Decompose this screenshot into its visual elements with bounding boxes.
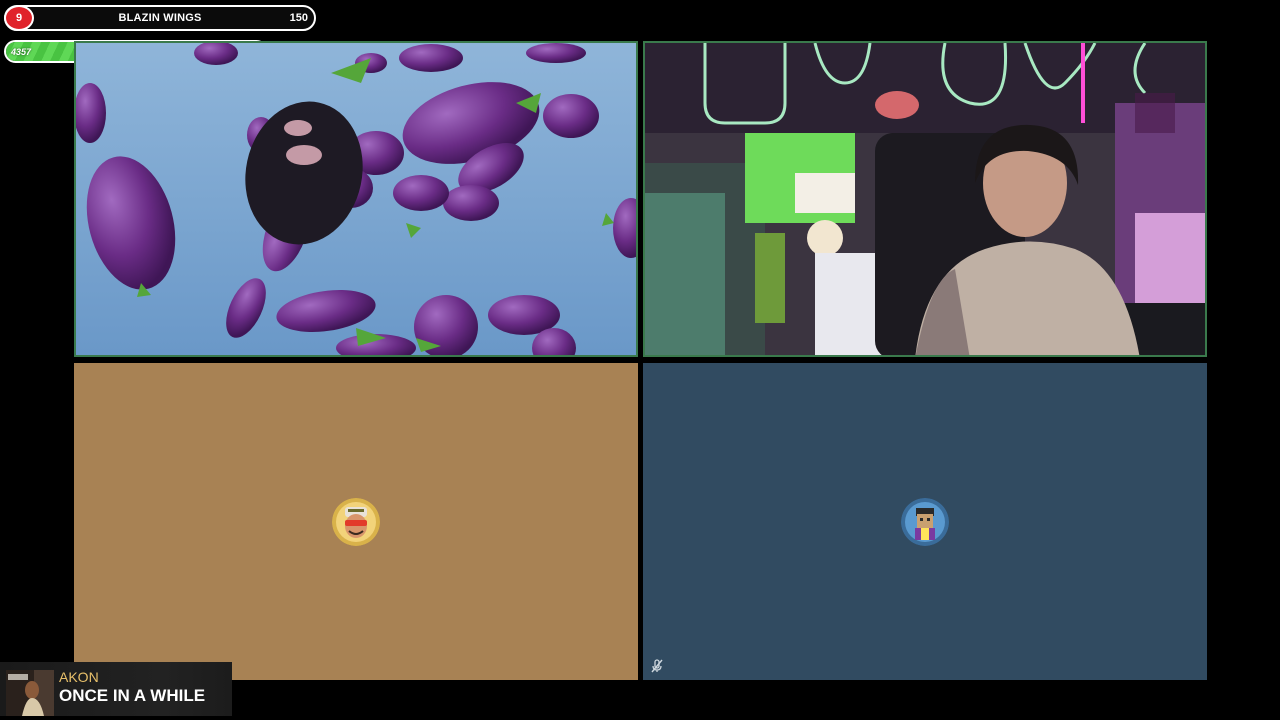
mic-muted-icon [649,658,665,674]
now-playing-title: ONCE IN A WHILE [59,686,206,705]
now-playing-widget: AKON ONCE IN A WHILE [0,662,232,716]
album-art [6,670,54,716]
participant-tile-camera-off-1[interactable] [74,363,638,680]
participant-tile-camera-off-2[interactable] [643,363,1207,680]
streamer-webcam-image [645,43,1205,355]
participant-avatar [332,497,380,546]
participant-avatar [901,497,949,546]
now-playing-artist: AKON [59,669,99,685]
sub-goal-title: BLAZIN WINGS [118,12,202,24]
sub-goal-target: 150 [289,12,308,24]
sub-goal-bar: 9 BLAZIN WINGS 150 [4,5,316,31]
stream-tile-streamer-webcam[interactable] [643,41,1207,357]
stream-tile-eggplant-animation[interactable] [74,41,638,357]
eggplant-animation-image [76,43,636,355]
